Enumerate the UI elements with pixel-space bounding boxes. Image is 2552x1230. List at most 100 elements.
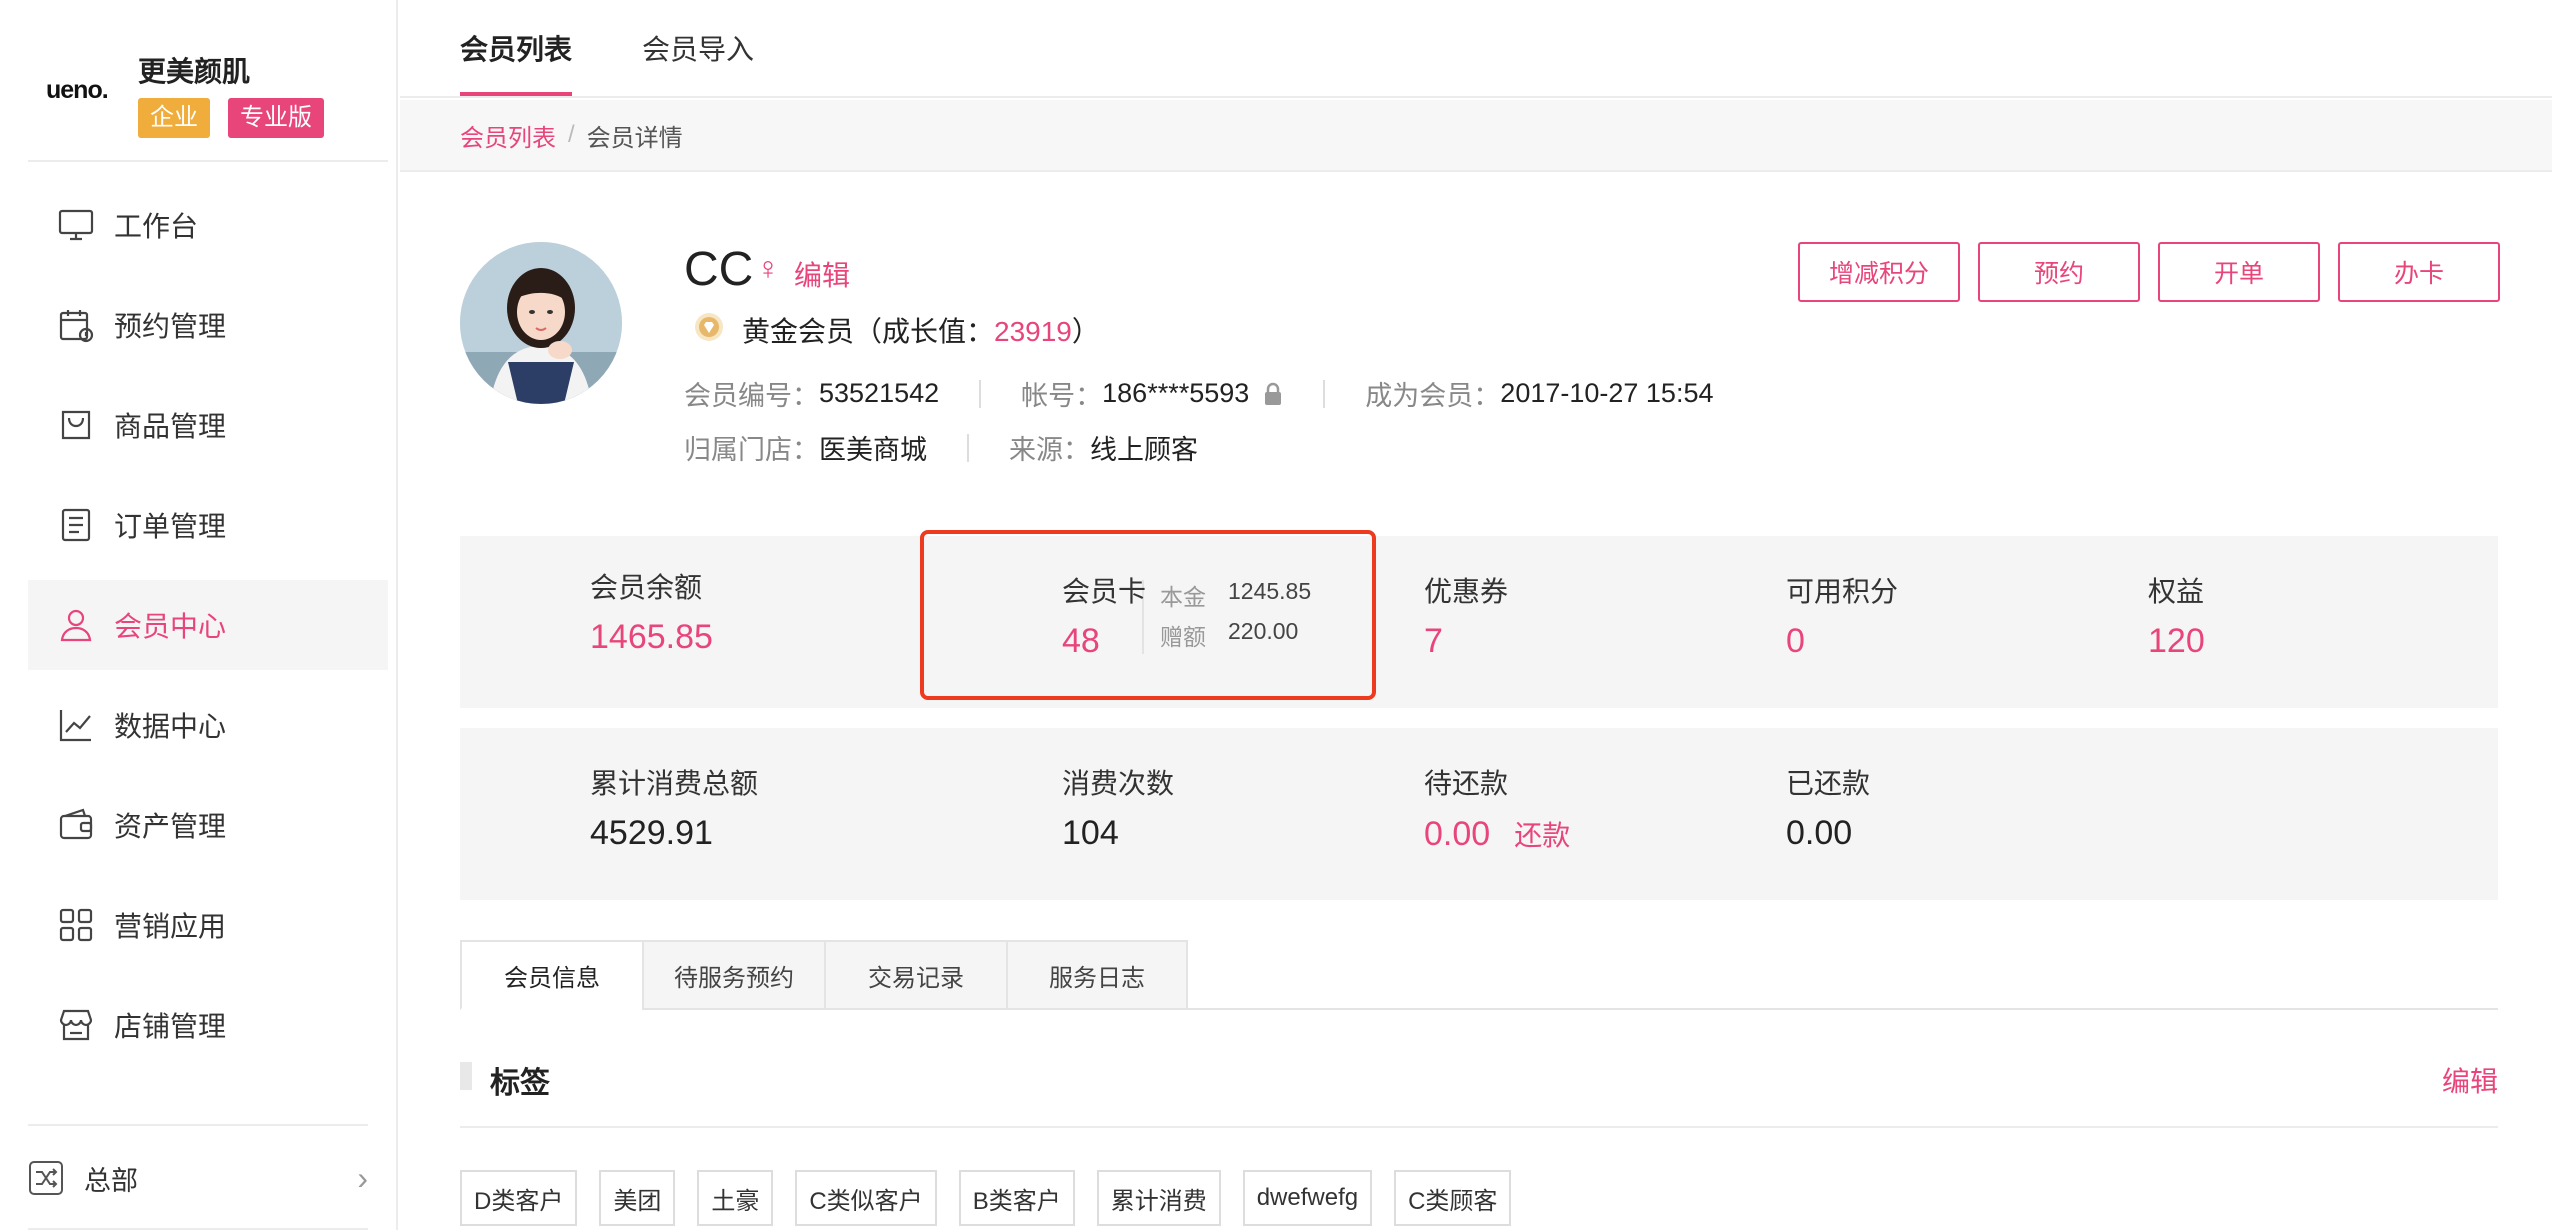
sidebar-item-label: 店铺管理 bbox=[114, 1011, 227, 1042]
stat-value: 1465.85 bbox=[590, 618, 713, 656]
stat-label: 可用积分 bbox=[1786, 576, 1899, 607]
stat-coupon[interactable]: 优惠券 7 bbox=[1424, 570, 1508, 661]
stat-total-spend: 累计消费总额 4529.91 bbox=[590, 762, 758, 853]
tag[interactable]: 累计消费 bbox=[1096, 1170, 1221, 1226]
stat-points[interactable]: 可用积分 0 bbox=[1786, 570, 1898, 661]
stat-balance: 会员余额 1465.85 bbox=[590, 566, 713, 657]
stat-value: 7 bbox=[1424, 622, 1443, 660]
main-content: 会员列表 会员导入 会员列表 / 会员详情 CC ♀ 编辑 黄金会员（成长值：2… bbox=[400, 0, 2552, 1230]
tag[interactable]: C类似客户 bbox=[795, 1170, 937, 1226]
edit-profile-link[interactable]: 编辑 bbox=[794, 254, 850, 294]
account: 186****5593 bbox=[1102, 378, 1250, 408]
tag[interactable]: 土豪 bbox=[697, 1170, 774, 1226]
sidebar-item-booking[interactable]: 预约管理 bbox=[28, 280, 388, 370]
stat-rights[interactable]: 权益 120 bbox=[2148, 570, 2205, 661]
monitor-icon bbox=[56, 205, 96, 245]
stat-value: 0.00 bbox=[1786, 814, 1853, 852]
repay-link[interactable]: 还款 bbox=[1514, 820, 1570, 851]
wallet-icon bbox=[56, 805, 96, 845]
stat-label: 会员卡 bbox=[1062, 576, 1147, 607]
lock-icon[interactable] bbox=[1263, 382, 1283, 406]
sidebar-item-data[interactable]: 数据中心 bbox=[28, 680, 388, 770]
divider bbox=[460, 1126, 2498, 1128]
balance-highlight-box bbox=[920, 530, 1376, 700]
stat-label: 累计消费总额 bbox=[590, 768, 759, 799]
chevron-right-icon: › bbox=[357, 1159, 368, 1196]
adjust-points-button[interactable]: 增减积分 bbox=[1798, 242, 1960, 302]
issue-card-button[interactable]: 办卡 bbox=[2338, 242, 2500, 302]
edit-tags-link[interactable]: 编辑 bbox=[2442, 1060, 2498, 1100]
stat-label: 会员余额 bbox=[590, 572, 703, 603]
tag-list: D类客户 美团 土豪 C类似客户 B类客户 累计消费 dwefwefg C类顾客 bbox=[460, 1170, 1533, 1226]
org-switcher[interactable]: 总部 › bbox=[28, 1150, 368, 1206]
stat-value: 104 bbox=[1062, 814, 1119, 852]
store-icon bbox=[56, 1005, 96, 1045]
member-name: CC bbox=[684, 243, 754, 296]
source: 线上顾客 bbox=[1090, 435, 1198, 465]
tab-pending-appointments[interactable]: 待服务预约 bbox=[642, 940, 824, 1010]
source-label: 来源： bbox=[1009, 435, 1090, 465]
sidebar-item-store[interactable]: 店铺管理 bbox=[28, 980, 388, 1070]
section-marker bbox=[460, 1062, 472, 1090]
tab-member-info[interactable]: 会员信息 bbox=[460, 940, 642, 1010]
sidebar-item-label: 会员中心 bbox=[114, 611, 227, 642]
sidebar-item-orders[interactable]: 订单管理 bbox=[28, 480, 388, 570]
sidebar-item-members[interactable]: 会员中心 bbox=[28, 580, 388, 670]
tags-section-title: 标签 bbox=[490, 1067, 550, 1100]
member-level-suffix: ） bbox=[1071, 316, 1100, 347]
divider bbox=[28, 160, 388, 162]
sidebar-item-marketing[interactable]: 营销应用 bbox=[28, 880, 388, 970]
avatar bbox=[460, 242, 622, 404]
sidebar-item-assets[interactable]: 资产管理 bbox=[28, 780, 388, 870]
store-label: 归属门店： bbox=[684, 435, 819, 465]
female-icon: ♀ bbox=[756, 250, 780, 286]
breadcrumb: 会员列表 / 会员详情 bbox=[400, 100, 2552, 172]
sidebar-item-label: 预约管理 bbox=[114, 311, 227, 342]
breadcrumb-current: 会员详情 bbox=[586, 124, 683, 152]
member-no: 53521542 bbox=[819, 378, 940, 408]
tab-transactions[interactable]: 交易记录 bbox=[824, 940, 1006, 1010]
tab-member-list[interactable]: 会员列表 bbox=[460, 28, 572, 68]
top-tabs: 会员列表 会员导入 bbox=[400, 0, 2552, 98]
stat-member-card[interactable]: 会员卡 48 bbox=[1062, 570, 1146, 661]
joined-label: 成为会员： bbox=[1365, 381, 1501, 411]
joined-date: 2017-10-27 15:54 bbox=[1500, 378, 1714, 408]
breadcrumb-separator: / bbox=[568, 121, 575, 148]
sidebar-item-label: 工作台 bbox=[114, 211, 199, 242]
stat-amount-due: 待还款 0.00 还款 bbox=[1424, 762, 1570, 854]
breadcrumb-link[interactable]: 会员列表 bbox=[460, 118, 556, 153]
tab-member-import[interactable]: 会员导入 bbox=[642, 28, 754, 68]
sidebar-item-label: 资产管理 bbox=[114, 811, 227, 842]
sidebar-item-workbench[interactable]: 工作台 bbox=[28, 180, 388, 270]
stat-label: 已还款 bbox=[1786, 768, 1871, 799]
divider bbox=[979, 379, 982, 408]
divider bbox=[28, 1124, 368, 1126]
content-tabs: 会员信息 待服务预约 交易记录 服务日志 bbox=[460, 940, 1188, 1010]
sidebar-item-goods[interactable]: 商品管理 bbox=[28, 380, 388, 470]
switch-icon bbox=[29, 1161, 63, 1195]
create-order-button[interactable]: 开单 bbox=[2158, 242, 2320, 302]
member-level-label: 黄金会员（成长值： bbox=[742, 316, 995, 347]
stat-label: 权益 bbox=[2148, 576, 2205, 607]
stat-value: 4529.91 bbox=[590, 814, 713, 852]
tag[interactable]: 美团 bbox=[599, 1170, 676, 1226]
sidebar-item-label: 商品管理 bbox=[114, 411, 227, 442]
tag[interactable]: dwefwefg bbox=[1242, 1170, 1373, 1226]
tag[interactable]: D类客户 bbox=[460, 1170, 578, 1226]
store: 医美商城 bbox=[819, 435, 927, 465]
brand-header: ueno. 更美颜肌 企业 专业版 bbox=[28, 42, 388, 162]
booking-button[interactable]: 预约 bbox=[1978, 242, 2140, 302]
growth-value: 23919 bbox=[994, 316, 1072, 347]
brand-name: 更美颜肌 bbox=[138, 56, 251, 87]
tag[interactable]: C类顾客 bbox=[1394, 1170, 1512, 1226]
stat-value: 120 bbox=[2148, 622, 2205, 660]
tab-service-log[interactable]: 服务日志 bbox=[1006, 940, 1188, 1010]
divider bbox=[1323, 379, 1326, 408]
member-no-label: 会员编号： bbox=[684, 381, 819, 411]
gold-member-icon bbox=[695, 313, 723, 341]
pro-badge: 专业版 bbox=[228, 98, 324, 138]
line-chart-icon bbox=[56, 705, 96, 745]
divider bbox=[967, 433, 969, 462]
tag[interactable]: B类客户 bbox=[958, 1170, 1075, 1226]
member-info-row-2: 归属门店： 医美商城 来源： 线上顾客 bbox=[684, 428, 1198, 467]
